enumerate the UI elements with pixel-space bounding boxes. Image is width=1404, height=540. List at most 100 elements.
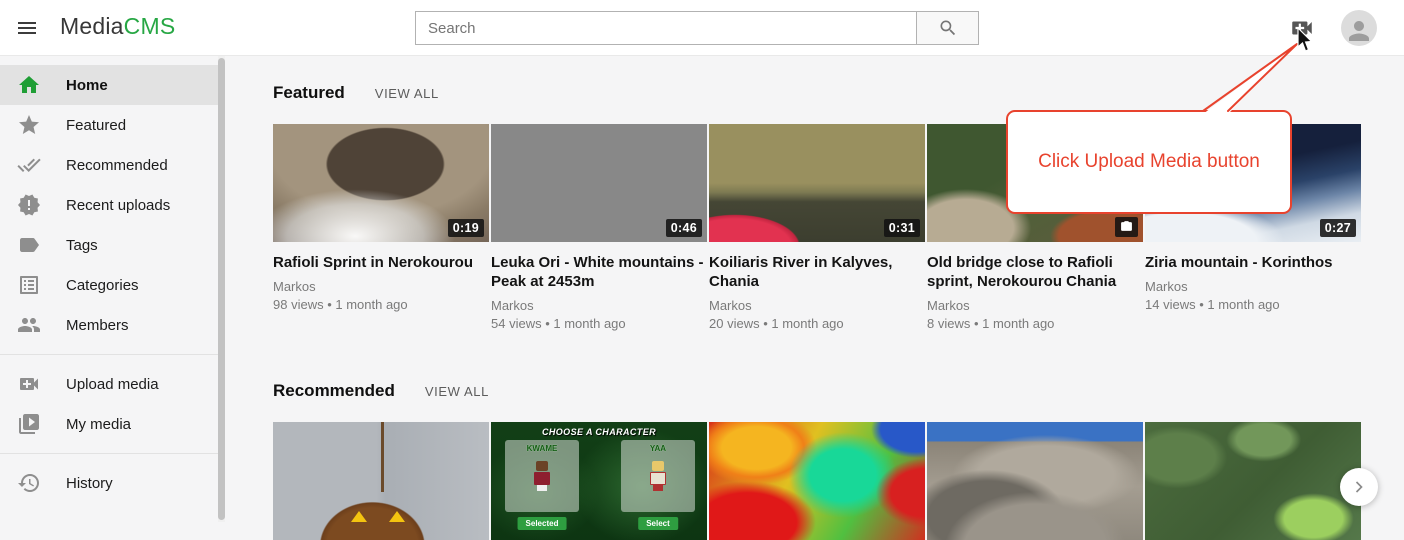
media-card[interactable]: 0:31 Koiliaris River in Kalyves, Chania … — [709, 124, 925, 331]
game-character-panel: KWAME Selected — [505, 440, 579, 512]
game-character-name: KWAME — [505, 444, 579, 453]
sidebar-item-upload-media[interactable]: Upload media — [0, 364, 218, 404]
featured-view-all-link[interactable]: VIEW ALL — [375, 86, 439, 101]
section-title-recommended: Recommended — [273, 381, 395, 401]
sidebar-label: My media — [66, 416, 131, 433]
video-thumbnail-game-character-select[interactable]: CHOOSE A CHARACTER KWAME Selected YAA — [491, 422, 707, 540]
video-thumbnail-green-leaves[interactable] — [1145, 422, 1361, 540]
video-thumbnail-abstract-colors[interactable] — [709, 422, 925, 540]
app-logo[interactable]: MediaCMS — [60, 13, 175, 40]
sidebar-label: Upload media — [66, 376, 159, 393]
video-thumbnail-river-kayak[interactable]: 0:31 — [709, 124, 925, 242]
video-upload-icon — [17, 372, 41, 396]
media-card[interactable]: CHOOSE A CHARACTER KWAME Selected YAA — [491, 422, 707, 540]
search-icon — [938, 18, 958, 38]
star-icon — [17, 113, 41, 137]
media-card[interactable] — [273, 422, 489, 540]
game-select-button: Select — [638, 517, 678, 530]
media-title[interactable]: Old bridge close to Rafioli sprint, Nero… — [927, 253, 1143, 291]
media-title[interactable]: Rafioli Sprint in Nerokourou — [273, 253, 489, 272]
duration-badge: 0:27 — [1320, 219, 1356, 237]
sidebar-label: Home — [66, 77, 108, 94]
game-character-sprite — [649, 461, 667, 491]
user-avatar[interactable] — [1341, 10, 1377, 46]
list-icon — [17, 273, 41, 297]
sidebar-divider — [0, 453, 218, 454]
media-title[interactable]: Koiliaris River in Kalyves, Chania — [709, 253, 925, 291]
sidebar-item-featured[interactable]: Featured — [0, 105, 218, 145]
logo-media: Media — [60, 13, 124, 39]
new-releases-icon — [17, 193, 41, 217]
home-icon — [17, 73, 41, 97]
duration-badge: 0:19 — [448, 219, 484, 237]
chevron-right-icon — [1349, 477, 1369, 497]
media-title[interactable]: Ziria mountain - Korinthos — [1145, 253, 1361, 272]
history-icon — [17, 471, 41, 495]
media-card[interactable]: 0:19 Rafioli Sprint in Nerokourou Markos… — [273, 124, 489, 331]
sidebar-item-home[interactable]: Home — [0, 65, 218, 105]
game-screen-overlay: CHOOSE A CHARACTER KWAME Selected YAA — [491, 422, 707, 540]
sidebar: Home Featured Recommended Recent uploads… — [0, 56, 218, 522]
top-bar: MediaCMS — [0, 0, 1404, 56]
sidebar-label: Tags — [66, 237, 98, 254]
media-card[interactable]: 0:46 Leuka Ori - White mountains - Peak … — [491, 124, 707, 331]
game-character-sprite — [533, 461, 551, 491]
sidebar-item-categories[interactable]: Categories — [0, 265, 218, 305]
game-selected-button: Selected — [518, 517, 567, 530]
duration-badge: 0:46 — [666, 219, 702, 237]
sidebar-item-tags[interactable]: Tags — [0, 225, 218, 265]
video-thumbnail-rocky-mountain[interactable] — [927, 422, 1143, 540]
sidebar-item-my-media[interactable]: My media — [0, 404, 218, 444]
sidebar-label: Recommended — [66, 157, 168, 174]
carousel-next-button[interactable] — [1340, 468, 1378, 506]
sidebar-scrollbar-thumb[interactable] — [218, 58, 225, 520]
sidebar-item-members[interactable]: Members — [0, 305, 218, 345]
media-card[interactable] — [1145, 422, 1361, 540]
media-card[interactable] — [709, 422, 925, 540]
recommended-view-all-link[interactable]: VIEW ALL — [425, 384, 489, 399]
annotation-text: Click Upload Media button — [1038, 151, 1260, 173]
search-button[interactable] — [916, 11, 979, 45]
mouse-cursor-icon — [1297, 27, 1315, 53]
sidebar-label: Categories — [66, 277, 139, 294]
search-input[interactable] — [415, 11, 917, 45]
media-author[interactable]: Markos — [491, 298, 707, 313]
media-author[interactable]: Markos — [709, 298, 925, 313]
sidebar-item-history[interactable]: History — [0, 463, 218, 503]
people-icon — [17, 313, 41, 337]
pumpkin-stem-decoration — [381, 422, 384, 492]
sidebar-scrollbar-track[interactable] — [218, 56, 225, 522]
media-author[interactable]: Markos — [273, 279, 489, 294]
callout-pointer-tail — [1195, 36, 1310, 116]
pumpkin-eye-decoration — [389, 511, 405, 522]
search-bar — [415, 11, 979, 45]
media-meta: 98 views • 1 month ago — [273, 297, 489, 312]
media-title[interactable]: Leuka Ori - White mountains - Peak at 24… — [491, 253, 707, 291]
media-card[interactable] — [927, 422, 1143, 540]
sidebar-label: Members — [66, 317, 129, 334]
sidebar-label: Featured — [66, 117, 126, 134]
sidebar-label: History — [66, 475, 113, 492]
media-meta: 14 views • 1 month ago — [1145, 297, 1361, 312]
image-type-badge — [1115, 217, 1138, 237]
pumpkin-eye-decoration — [351, 511, 367, 522]
video-thumbnail-desert-mountains[interactable]: 0:46 — [491, 124, 707, 242]
video-thumbnail-fountain[interactable]: 0:19 — [273, 124, 489, 242]
logo-cms: CMS — [124, 13, 176, 39]
sidebar-item-recommended[interactable]: Recommended — [0, 145, 218, 185]
sidebar-item-recent-uploads[interactable]: Recent uploads — [0, 185, 218, 225]
media-meta: 20 views • 1 month ago — [709, 316, 925, 331]
menu-icon[interactable] — [15, 16, 39, 40]
game-heading: CHOOSE A CHARACTER — [491, 427, 707, 437]
sidebar-divider — [0, 354, 218, 355]
video-thumbnail-pumpkin[interactable] — [273, 422, 489, 540]
tag-icon — [17, 233, 41, 257]
recommended-section: Recommended VIEW ALL CHOOSE A CHARACTER … — [273, 381, 1404, 540]
media-author[interactable]: Markos — [927, 298, 1143, 313]
media-meta: 8 views • 1 month ago — [927, 316, 1143, 331]
video-library-icon — [17, 412, 41, 436]
camera-icon — [1120, 220, 1133, 233]
person-icon — [1344, 16, 1374, 46]
media-meta: 54 views • 1 month ago — [491, 316, 707, 331]
media-author[interactable]: Markos — [1145, 279, 1361, 294]
